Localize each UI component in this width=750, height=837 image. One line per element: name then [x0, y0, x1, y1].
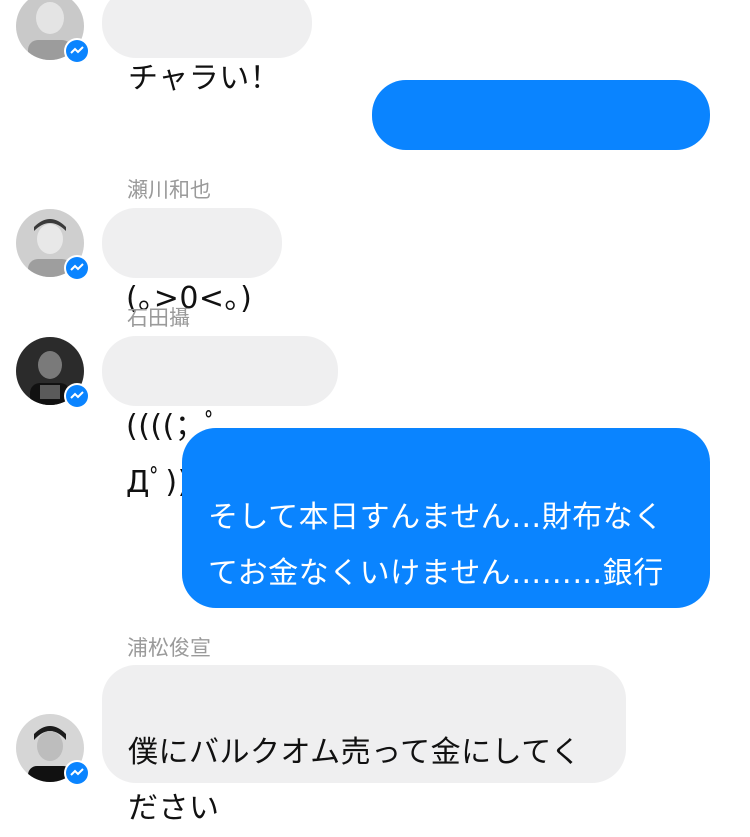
- message-text: 僕にバルクオム売って金にしてく ださい: [128, 735, 582, 826]
- avatar[interactable]: [16, 0, 90, 64]
- avatar[interactable]: [16, 337, 90, 409]
- messenger-icon: [64, 383, 90, 409]
- message-bubble[interactable]: チャラんと落ちた…: [372, 80, 710, 188]
- message-bubble[interactable]: (｡>0<｡): [102, 208, 282, 316]
- sender-name: 石田攝: [127, 306, 190, 330]
- avatar[interactable]: [16, 714, 90, 786]
- message-text: チャラい！: [128, 61, 281, 96]
- messenger-icon: [64, 38, 90, 64]
- message-bubble[interactable]: ((((；ﾟДﾟ))))))): [102, 336, 338, 500]
- message-bubble[interactable]: チャラい！: [102, 0, 312, 96]
- sender-name: 瀬川和也: [127, 178, 211, 202]
- message-text: そして本日すんません…財布なく てお金なくいけません………銀行 のカードから全て…: [208, 500, 664, 647]
- message-bubble[interactable]: 僕にバルクオム売って金にしてく ださい: [102, 665, 626, 826]
- messenger-icon: [64, 760, 90, 786]
- messenger-icon: [64, 255, 90, 281]
- avatar[interactable]: [16, 209, 90, 281]
- sender-name: 浦松俊宣: [127, 636, 211, 660]
- message-text: チャラんと落ちた…: [398, 153, 673, 188]
- message-bubble[interactable]: そして本日すんません…財布なく てお金なくいけません………銀行 のカードから全て…: [182, 428, 710, 647]
